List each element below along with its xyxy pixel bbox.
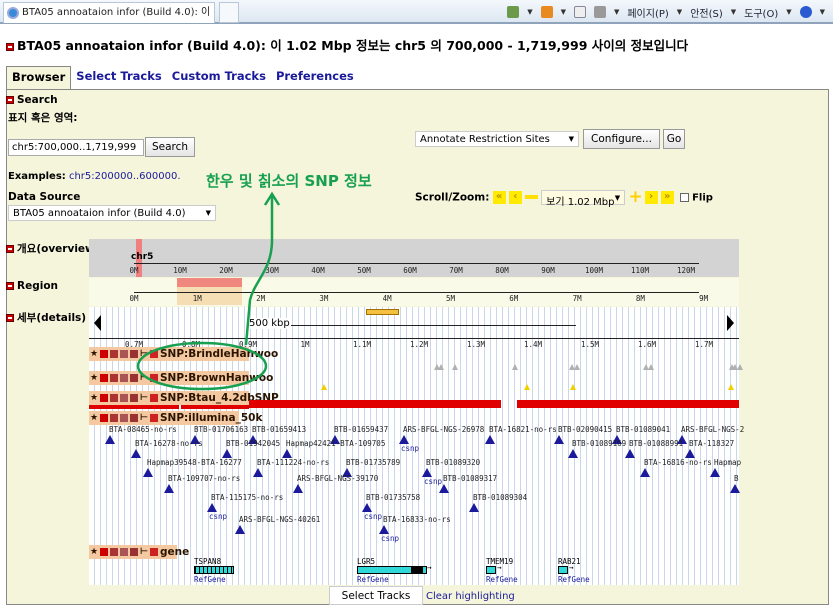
select-tracks-button[interactable]: Select Tracks xyxy=(329,586,423,605)
annotation-overlay xyxy=(136,191,281,391)
annotation-arrow xyxy=(244,195,274,346)
highlight-ellipse xyxy=(136,341,268,391)
clear-highlighting-link[interactable]: Clear highlighting xyxy=(426,591,515,602)
